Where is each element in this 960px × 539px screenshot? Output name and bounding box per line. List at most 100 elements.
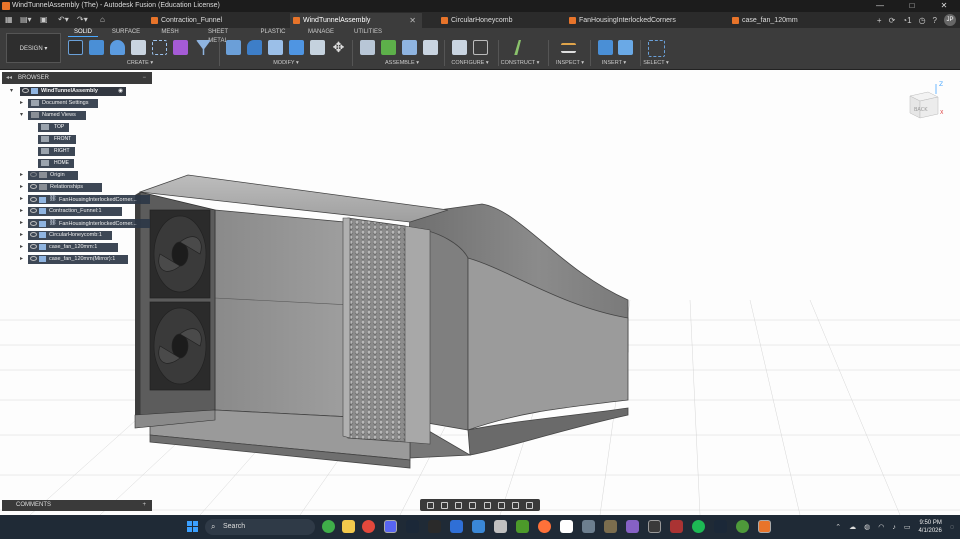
look-at-icon[interactable] [440, 501, 448, 509]
shell-icon[interactable] [268, 40, 283, 55]
tray-overflow-icon[interactable]: ⌃ [835, 523, 841, 531]
move-copy-icon[interactable]: ✥ [331, 40, 346, 55]
job-status-icon[interactable]: ◔1 [902, 16, 911, 25]
visibility-eye-icon[interactable] [30, 221, 37, 226]
create-menu[interactable]: CREATE ▾ [120, 60, 160, 66]
press-pull-icon[interactable] [226, 40, 241, 55]
steam-icon[interactable] [714, 520, 727, 533]
help-icon[interactable]: ? [933, 16, 937, 25]
taskbar-search[interactable]: ⌕ Search [205, 519, 315, 535]
pattern-icon[interactable] [152, 40, 167, 55]
redo-icon[interactable]: ↷▾ [77, 12, 88, 28]
view-cube[interactable]: Z BACK X [906, 80, 946, 122]
user-avatar[interactable]: JP [944, 14, 956, 26]
offset-plane-icon[interactable] [514, 40, 521, 55]
epic-games-icon[interactable] [428, 520, 441, 533]
expand-arrow-icon[interactable]: ▸ [20, 255, 23, 262]
form-icon[interactable] [173, 40, 188, 55]
discord-icon[interactable] [384, 520, 397, 533]
browser-item-contraction-funnel[interactable]: Contraction_Funnel:1 [28, 207, 122, 216]
insert-derive-icon[interactable] [598, 40, 613, 55]
add-comment-icon[interactable]: + [142, 500, 146, 511]
joint-origin-icon[interactable] [423, 40, 438, 55]
create-sketch-icon[interactable] [68, 40, 83, 55]
tab-sheet-metal[interactable]: SHEET METAL [198, 28, 238, 44]
grid-settings-icon[interactable] [512, 501, 520, 509]
visibility-eye-icon[interactable] [30, 244, 37, 250]
named-view-front[interactable]: FRONT [38, 135, 77, 144]
comments-panel[interactable]: COMMENTS + [2, 500, 152, 511]
visibility-eye-icon[interactable] [30, 208, 37, 214]
expand-arrow-icon[interactable]: ▸ [20, 99, 23, 106]
minimize-panel-icon[interactable]: − [142, 72, 146, 84]
viewports-icon[interactable] [526, 501, 534, 509]
browser-root-node[interactable]: WindTunnelAssembly ◉ [20, 87, 126, 96]
tab-contraction-funnel[interactable]: Contraction_Funnel [148, 13, 260, 28]
file-menu-icon[interactable]: ▤▾ [20, 12, 32, 28]
fusion-taskbar-icon[interactable] [758, 520, 771, 533]
windows-start-icon[interactable] [187, 521, 199, 533]
expand-arrow-icon[interactable]: ▾ [10, 87, 13, 94]
fit-icon[interactable] [483, 501, 491, 509]
expand-arrow-icon[interactable]: ▸ [20, 171, 23, 178]
visibility-eye-icon[interactable] [22, 88, 29, 94]
named-view-right[interactable]: RIGHT [38, 147, 75, 156]
activate-radio-icon[interactable]: ◉ [118, 87, 123, 96]
offset-face-icon[interactable] [310, 40, 325, 55]
save-icon[interactable]: ▣ [40, 12, 48, 28]
expand-arrow-icon[interactable]: ▸ [20, 195, 23, 202]
orbit-icon[interactable] [426, 501, 434, 509]
construct-menu[interactable]: CONSTRUCT ▾ [498, 60, 542, 66]
hole-icon[interactable] [131, 40, 146, 55]
pan-icon[interactable] [455, 501, 463, 509]
tab-fan-housing[interactable]: FanHousingInterlockedCorners [566, 13, 714, 28]
expand-arrow-icon[interactable]: ▾ [20, 111, 23, 118]
collapse-icon[interactable]: ◂◂ [6, 72, 12, 84]
chrome-icon[interactable] [362, 520, 375, 533]
browser-item-fan-housing-2[interactable]: ⛓ FanHousingInterlockedCorner... [28, 219, 150, 228]
notifications-icon[interactable]: ◷ [919, 16, 926, 25]
insert-canvas-icon[interactable] [618, 40, 633, 55]
expand-arrow-icon[interactable]: ▸ [20, 219, 23, 226]
modify-menu[interactable]: MODIFY ▾ [266, 60, 306, 66]
browser-item-relationships[interactable]: Relationships [28, 183, 102, 192]
tab-case-fan[interactable]: case_fan_120mm [729, 13, 829, 28]
visibility-eye-icon[interactable] [30, 232, 37, 238]
tab-circular-honeycomb[interactable]: CircularHoneycomb [438, 13, 550, 28]
app-icon[interactable] [604, 520, 617, 533]
browser-item-fan-housing-1[interactable]: ⛓ FanHousingInterlockedCorner... [28, 195, 150, 204]
revolve-icon[interactable] [110, 40, 125, 55]
3d-viewport[interactable] [0, 70, 960, 515]
measure-icon[interactable] [561, 43, 576, 53]
notification-bell-icon[interactable]: ◌ [950, 524, 954, 531]
browser-item-origin[interactable]: Origin [28, 171, 78, 180]
browser-item-named-views[interactable]: Named Views [28, 111, 86, 120]
as-built-joint-icon[interactable] [402, 40, 417, 55]
visibility-eye-icon[interactable] [30, 256, 37, 262]
tab-mesh[interactable]: MESH [158, 28, 182, 37]
browser-item-document-settings[interactable]: Document Settings [28, 99, 98, 108]
tab-surface[interactable]: SURFACE [110, 28, 142, 37]
browser-header[interactable]: ◂◂ BROWSER − [2, 72, 152, 84]
tab-plastic[interactable]: PLASTIC [258, 28, 288, 37]
select-icon[interactable] [648, 40, 665, 57]
assemble-menu[interactable]: ASSEMBLE ▾ [378, 60, 426, 66]
obs-icon[interactable] [648, 520, 661, 533]
expand-arrow-icon[interactable]: ▸ [20, 183, 23, 190]
close-button[interactable]: ✕ [928, 0, 960, 12]
tab-windtunnel-assembly[interactable]: WindTunnelAssembly ✕ [290, 13, 422, 28]
named-view-home[interactable]: HOME [38, 159, 74, 168]
insert-menu[interactable]: INSERT ▾ [596, 60, 632, 66]
fillet-icon[interactable] [247, 40, 262, 55]
home-icon[interactable]: ⌂ [100, 12, 105, 28]
expand-arrow-icon[interactable]: ▸ [20, 243, 23, 250]
named-view-top[interactable]: TOP [38, 123, 70, 132]
combine-icon[interactable] [289, 40, 304, 55]
zoom-icon[interactable] [469, 501, 477, 509]
expand-arrow-icon[interactable]: ▸ [20, 207, 23, 214]
copilot-icon[interactable] [322, 520, 335, 533]
tab-solid[interactable]: SOLID [68, 28, 98, 37]
tab-manage[interactable]: MANAGE [306, 28, 336, 37]
chrome-profile-icon[interactable] [736, 520, 749, 533]
new-component-icon[interactable] [360, 40, 375, 55]
